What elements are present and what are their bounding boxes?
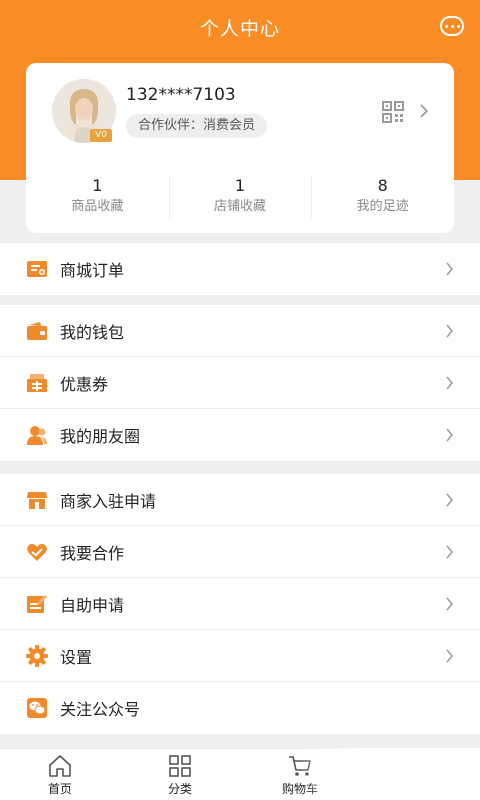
menu-item-merchant-apply[interactable]: 商家入驻申请 bbox=[0, 474, 480, 526]
chevron-right-icon bbox=[446, 649, 453, 663]
stat-footprints[interactable]: 8 我的足迹 bbox=[311, 175, 454, 225]
menu-item-coupons[interactable]: 优惠券 bbox=[0, 357, 480, 409]
tab-category[interactable]: 分类 bbox=[120, 749, 240, 800]
cart-icon bbox=[289, 756, 311, 776]
gear-icon bbox=[26, 644, 48, 667]
tab-home[interactable]: 首页 bbox=[0, 749, 120, 800]
stat-count: 8 bbox=[377, 176, 388, 195]
menu-item-self-apply[interactable]: 自助申请 bbox=[0, 578, 480, 630]
chevron-right-icon bbox=[446, 324, 453, 338]
menu-label: 设置 bbox=[60, 647, 93, 667]
chevron-right-icon bbox=[446, 376, 453, 390]
bottom-tab-bar: 首页 分类 购物车 bbox=[0, 748, 480, 800]
user-phone: 132****7103 bbox=[126, 85, 236, 105]
tab-label: 购物车 bbox=[281, 782, 318, 796]
menu-item-settings[interactable]: 设置 bbox=[0, 630, 480, 682]
stat-label: 店铺收藏 bbox=[214, 199, 267, 214]
chevron-right-icon bbox=[446, 545, 453, 559]
friends-icon bbox=[26, 424, 48, 446]
tab-label: 首页 bbox=[47, 782, 72, 796]
stat-label: 我的足迹 bbox=[356, 199, 409, 214]
stat-product-favorites[interactable]: 1 商品收藏 bbox=[26, 175, 169, 225]
menu-item-wallet[interactable]: 我的钱包 bbox=[0, 305, 480, 357]
coupon-icon bbox=[26, 372, 48, 394]
wallet-icon bbox=[26, 320, 48, 342]
member-tag: 合作伙伴：消费会员 bbox=[126, 114, 268, 138]
menu-label: 自助申请 bbox=[60, 595, 125, 615]
chevron-right-icon[interactable] bbox=[418, 101, 430, 121]
qr-code-icon[interactable] bbox=[382, 101, 404, 123]
chevron-right-icon bbox=[446, 428, 453, 442]
menu-item-cooperate[interactable]: 我要合作 bbox=[0, 526, 480, 578]
menu-label: 我要合作 bbox=[60, 543, 125, 563]
stat-store-favorites[interactable]: 1 店铺收藏 bbox=[168, 175, 312, 225]
menu-item-mall-orders[interactable]: 商城订单 bbox=[0, 243, 480, 295]
menu-label: 我的朋友圈 bbox=[60, 427, 141, 446]
menu-group-orders: 商城订单 bbox=[0, 243, 480, 295]
profile-stats: 1 商品收藏 1 店铺收藏 8 我的足迹 bbox=[26, 175, 454, 225]
menu-label: 优惠券 bbox=[60, 374, 109, 394]
chevron-right-icon bbox=[446, 493, 453, 507]
tab-label: 分类 bbox=[167, 782, 192, 796]
page-title: 个人中心 bbox=[199, 18, 280, 40]
menu-group-account: 我的钱包 优惠券 我的朋友圈 bbox=[0, 305, 480, 461]
form-edit-icon bbox=[26, 593, 48, 615]
vip-badge: V0 bbox=[90, 129, 112, 142]
stat-label: 商品收藏 bbox=[71, 199, 124, 214]
chevron-right-icon bbox=[446, 262, 453, 276]
menu-label: 商家入驻申请 bbox=[60, 491, 157, 511]
order-list-icon bbox=[26, 258, 48, 280]
grid-icon bbox=[169, 755, 191, 777]
handshake-icon bbox=[26, 541, 48, 563]
stat-count: 1 bbox=[234, 176, 246, 195]
stat-count: 1 bbox=[92, 176, 103, 195]
menu-item-friends[interactable]: 我的朋友圈 bbox=[0, 409, 480, 461]
store-icon bbox=[26, 489, 48, 511]
home-icon bbox=[49, 755, 71, 777]
menu-label: 关注公众号 bbox=[60, 700, 141, 719]
profile-card: V0 132****7103 合作伙伴：消费会员 1 商品收藏 1 店铺收藏 8… bbox=[26, 63, 454, 233]
menu-item-follow-official[interactable]: 关注公众号 bbox=[0, 682, 480, 734]
menu-label: 商城订单 bbox=[60, 261, 125, 280]
chevron-right-icon bbox=[446, 597, 453, 611]
tab-cart[interactable]: 购物车 bbox=[240, 749, 360, 800]
wechat-icon bbox=[26, 697, 48, 719]
menu-group-services: 商家入驻申请 我要合作 自助申请 设置 关注公众号 bbox=[0, 474, 480, 734]
more-dots-icon[interactable] bbox=[440, 16, 464, 36]
menu-label: 我的钱包 bbox=[60, 322, 125, 342]
